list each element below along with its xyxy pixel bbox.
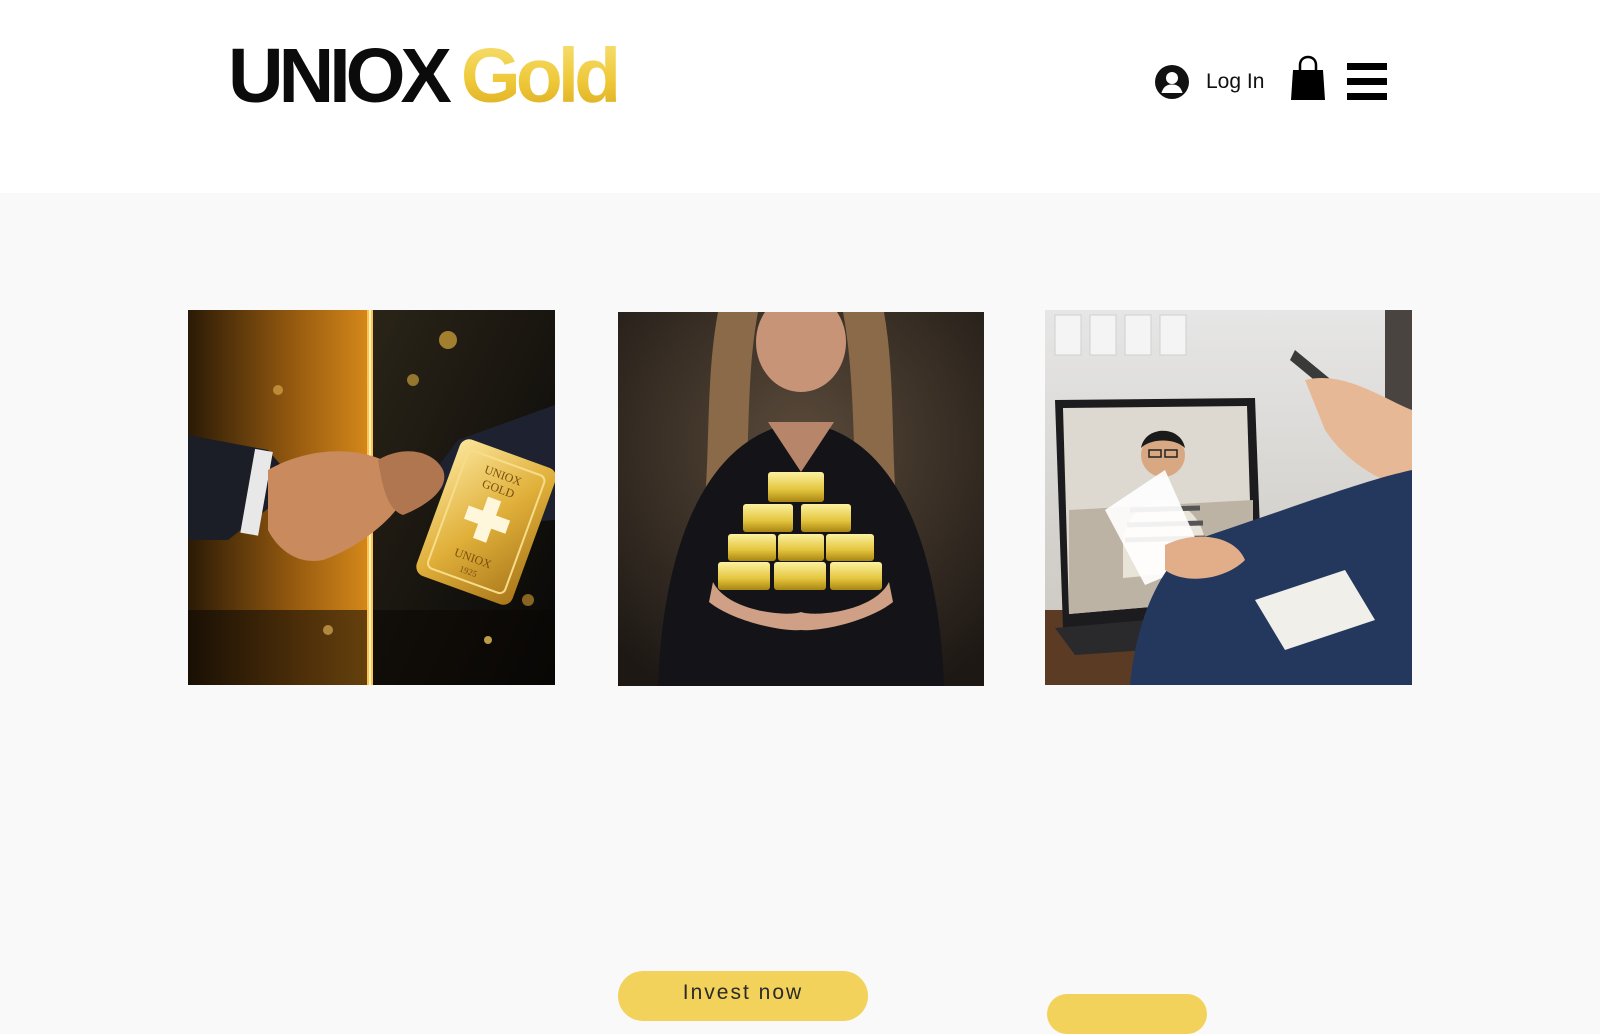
logo-uniox-text: UNIOX xyxy=(228,33,452,119)
login-label: Log In xyxy=(1206,70,1265,93)
login-button[interactable]: Log In xyxy=(1155,64,1264,100)
logo-gold-text: Gold xyxy=(460,33,621,119)
handshake-gold-bar-image: UNIOX GOLD UNIOX 1925 xyxy=(188,310,555,685)
uniox-gold-logo[interactable]: UNIOX Gold xyxy=(228,38,621,115)
shopping-bag-icon[interactable] xyxy=(1288,54,1328,102)
invest-now-button[interactable]: Invest now xyxy=(618,971,868,1021)
woman-holding-gold-bars-image xyxy=(618,312,984,686)
secondary-cta-button[interactable] xyxy=(1047,994,1207,1034)
video-call-laptop-image xyxy=(1045,310,1412,685)
user-avatar-icon xyxy=(1155,65,1189,99)
hamburger-menu-icon[interactable] xyxy=(1347,63,1387,100)
site-header: UNIOX Gold Log In xyxy=(0,0,1600,193)
